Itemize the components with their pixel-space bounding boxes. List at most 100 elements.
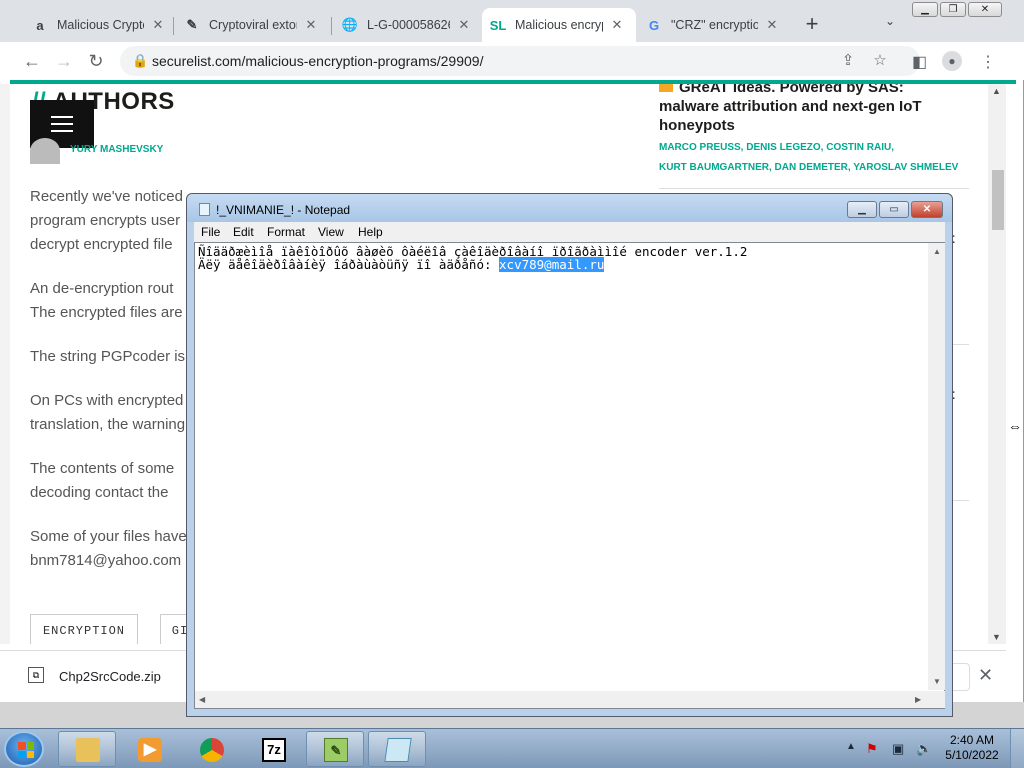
windows-logo-icon: [18, 742, 34, 758]
browser-toolbar: ← → ↻ 🔒 securelist.com/malicious-encrypt…: [0, 42, 1024, 80]
close-tab-icon[interactable]: ✕: [456, 17, 472, 33]
show-desktop-button[interactable]: [1010, 729, 1024, 768]
start-button[interactable]: [4, 731, 44, 767]
close-tab-icon[interactable]: ✕: [150, 17, 166, 33]
article-text-line: Some of your files have: [30, 528, 187, 545]
scroll-left-icon[interactable]: ◀: [199, 695, 205, 704]
ransom-note-line-2[interactable]: Äëÿ äåêîäèðîâàíèÿ îáðàùàòüñÿ ïî àäðåñó: …: [198, 257, 605, 272]
left-margin: [0, 84, 10, 644]
scroll-down-icon[interactable]: ▼: [992, 632, 1001, 642]
notepad-icon: [199, 203, 210, 216]
taskbar-media-player[interactable]: ▶: [120, 731, 178, 767]
maximize-button[interactable]: ❐: [940, 2, 966, 17]
article-icon: [659, 84, 673, 92]
minimize-button[interactable]: ▁: [912, 2, 938, 17]
7zip-icon: 7z: [262, 738, 286, 762]
related-article-authors[interactable]: MARCO PREUSS, DENIS LEGEZO, COSTIN RAIU,: [659, 142, 894, 153]
download-file-name[interactable]: Chp2SrcCode.zip: [59, 669, 161, 684]
article-text-line: The contents of some: [30, 460, 175, 477]
article-text-line: program encrypts user: [30, 212, 181, 229]
tab-cryptoviral[interactable]: ✎ Cryptoviral extor ✕: [176, 8, 332, 42]
show-hidden-icons-icon[interactable]: ▲: [846, 741, 856, 752]
article-text-line: decoding contact the: [30, 484, 169, 501]
tab-malicious-encryp[interactable]: SL Malicious encryp ✕: [482, 8, 636, 42]
securelist-icon: SL: [489, 17, 507, 33]
close-tab-icon[interactable]: ✕: [764, 17, 780, 33]
amazon-icon: a: [36, 17, 44, 33]
close-tab-icon[interactable]: ✕: [609, 17, 625, 33]
taskbar: ▶ 7z ✎ ▲ ⚑ ▣ 🔈 2:40 AM 5/10/2022: [0, 728, 1024, 768]
reload-icon[interactable]: ↻: [85, 50, 107, 72]
scroll-up-icon[interactable]: ▲: [992, 86, 1001, 96]
share-icon[interactable]: ⇪: [838, 51, 858, 69]
notepad-title: !_VNIMANIE_! - Notepad: [216, 203, 351, 217]
article-text-line: decrypt encrypted file: [30, 236, 173, 253]
notepad-window: !_VNIMANIE_! - Notepad ▁ ▭ ✕ File Edit F…: [186, 193, 953, 717]
taskbar-explorer[interactable]: [58, 731, 116, 767]
menu-edit[interactable]: Edit: [233, 225, 254, 239]
tab-search-button[interactable]: ⌄: [880, 14, 900, 34]
address-bar[interactable]: 🔒 securelist.com/malicious-encryption-pr…: [120, 46, 920, 76]
menu-help[interactable]: Help: [358, 225, 383, 239]
taskbar-notepad[interactable]: [368, 731, 426, 767]
taskbar-notepadpp[interactable]: ✎: [306, 731, 364, 767]
url-text[interactable]: securelist.com/malicious-encryption-prog…: [152, 53, 483, 69]
notepad-menu-bar: File Edit Format View Help: [194, 222, 945, 242]
notepad-close-button[interactable]: ✕: [911, 201, 943, 218]
related-article-authors[interactable]: KURT BAUMGARTNER, DAN DEMETER, YAROSLAV …: [659, 162, 958, 173]
side-panel-icon[interactable]: ◧: [912, 52, 927, 72]
menu-kebab-icon[interactable]: ⋮: [980, 52, 996, 72]
bookmark-star-icon[interactable]: ☆: [870, 51, 890, 69]
lock-icon[interactable]: 🔒: [132, 53, 148, 69]
profile-avatar-icon[interactable]: ●: [942, 51, 962, 71]
tab-strip: a Malicious Crypto ✕ ✎ Cryptoviral extor…: [0, 0, 1024, 42]
notepad-icon: [384, 738, 412, 762]
network-icon[interactable]: ▣: [892, 741, 904, 757]
notepad-maximize-button[interactable]: ▭: [879, 201, 909, 218]
tab-title: Cryptoviral extor: [209, 18, 297, 32]
volume-icon[interactable]: 🔈: [916, 741, 932, 757]
tag-encryption-button[interactable]: ENCRYPTION: [30, 614, 138, 644]
tab-malicious-crypto[interactable]: a Malicious Crypto ✕: [24, 8, 174, 42]
new-tab-button[interactable]: +: [800, 13, 824, 37]
notepad-text-area[interactable]: Ñîääðæèìîå ïàêîòîðûõ âàøèõ ôàéëîâ çàêîäè…: [194, 242, 945, 709]
resize-grip[interactable]: [928, 691, 945, 708]
notepad-horizontal-scrollbar[interactable]: ◀ ▶: [195, 691, 928, 708]
menu-file[interactable]: File: [201, 225, 220, 239]
close-downloads-icon[interactable]: ✕: [978, 665, 993, 686]
close-tab-icon[interactable]: ✕: [303, 17, 319, 33]
notepad-vertical-scrollbar[interactable]: ▲ ▼: [928, 243, 945, 690]
clock-date: 5/10/2022: [945, 748, 999, 762]
resize-cursor-icon: ⇔: [1008, 418, 1022, 434]
article-text-line: The string PGPcoder is: [30, 348, 186, 365]
page-scrollbar[interactable]: [988, 84, 1006, 644]
folder-icon: [76, 738, 100, 762]
forward-icon[interactable]: →: [53, 50, 75, 72]
article-text-line: An de-encryption rout: [30, 280, 174, 297]
notepad-minimize-button[interactable]: ▁: [847, 201, 877, 218]
scroll-up-icon[interactable]: ▲: [933, 247, 941, 256]
selected-email: xcv789@mail.ru: [499, 257, 605, 272]
scroll-right-icon[interactable]: ▶: [915, 695, 921, 704]
close-window-button[interactable]: ✕: [968, 2, 1002, 17]
system-clock[interactable]: 2:40 AM 5/10/2022: [944, 733, 1000, 763]
article-text-line: The encrypted files are: [30, 304, 183, 321]
article-text-line: On PCs with encrypted: [30, 392, 184, 409]
author-avatar: [30, 138, 60, 164]
tab-lg-document[interactable]: 🌐 L-G-0000586260 ✕: [334, 8, 480, 42]
tab-crz-encryption[interactable]: G "CRZ" encryption ✕: [638, 8, 788, 42]
related-article-title[interactable]: GReAT Ideas. Powered by SAS: malware att…: [659, 84, 959, 135]
zip-file-icon[interactable]: ⧉: [28, 667, 44, 683]
tab-title: Malicious Crypto: [57, 18, 144, 32]
pen-icon: ✎: [186, 17, 198, 32]
notepad-title-bar[interactable]: !_VNIMANIE_! - Notepad ▁ ▭ ✕: [187, 194, 952, 222]
menu-format[interactable]: Format: [267, 225, 305, 239]
taskbar-7zip[interactable]: 7z: [244, 731, 302, 767]
menu-view[interactable]: View: [318, 225, 344, 239]
back-icon[interactable]: ←: [21, 50, 43, 72]
page-scroll-thumb[interactable]: [992, 170, 1004, 230]
action-center-icon[interactable]: ⚑: [866, 741, 878, 757]
scroll-down-icon[interactable]: ▼: [933, 677, 941, 686]
author-link[interactable]: YURY MASHEVSKY: [70, 144, 163, 155]
taskbar-chrome[interactable]: [182, 731, 240, 767]
